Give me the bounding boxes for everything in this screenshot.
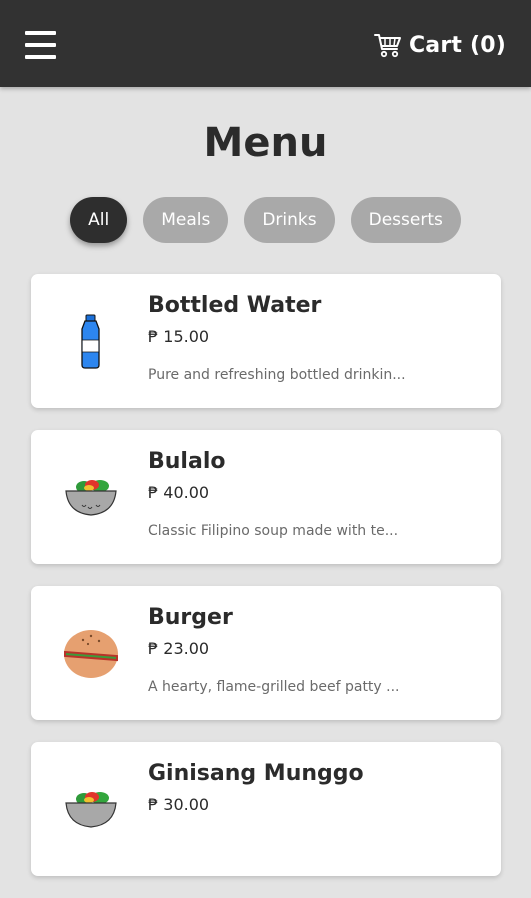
menu-item-card[interactable]: Bottled Water ₱ 15.00 Pure and refreshin…	[31, 274, 501, 408]
filter-chip-all[interactable]: All	[70, 197, 128, 243]
menu-item-card[interactable]: Ginisang Munggo ₱ 30.00	[31, 742, 501, 876]
item-description: Pure and refreshing bottled drinkin...	[148, 367, 406, 383]
soup-bowl-icon	[65, 792, 117, 828]
item-description: Classic Filipino soup made with te...	[148, 523, 399, 539]
filter-chip-desserts[interactable]: Desserts	[350, 197, 461, 243]
item-price: ₱ 40.00	[148, 483, 210, 502]
menu-item-card[interactable]: Bulalo ₱ 40.00 Classic Filipino soup mad…	[31, 430, 501, 564]
filter-chip-drinks[interactable]: Drinks	[244, 197, 335, 243]
burger-icon	[64, 630, 118, 678]
menu-item-card[interactable]: Burger ₱ 23.00 A hearty, flame-grilled b…	[31, 586, 501, 720]
category-filters: All Meals Drinks Desserts	[0, 197, 531, 243]
item-name: Ginisang Munggo	[148, 761, 364, 786]
item-name: Bottled Water	[148, 293, 322, 318]
item-description: A hearty, flame-grilled beef patty ...	[148, 679, 400, 695]
hamburger-menu-icon[interactable]	[25, 31, 57, 59]
item-price: ₱ 15.00	[148, 327, 210, 346]
soup-bowl-icon	[65, 480, 117, 516]
filter-chip-meals[interactable]: Meals	[143, 197, 229, 243]
item-price: ₱ 30.00	[148, 795, 210, 814]
cart-button[interactable]: Cart (0)	[373, 28, 506, 62]
menu-list: Bottled Water ₱ 15.00 Pure and refreshin…	[31, 274, 501, 898]
bottle-icon	[81, 314, 100, 369]
item-name: Bulalo	[148, 449, 226, 474]
cart-label: Cart (0)	[408, 32, 506, 58]
top-bar: Cart (0)	[0, 0, 531, 87]
page-title: Menu	[203, 120, 328, 166]
item-name: Burger	[148, 605, 233, 630]
shopping-cart-icon	[373, 34, 401, 58]
item-price: ₱ 23.00	[148, 639, 210, 658]
